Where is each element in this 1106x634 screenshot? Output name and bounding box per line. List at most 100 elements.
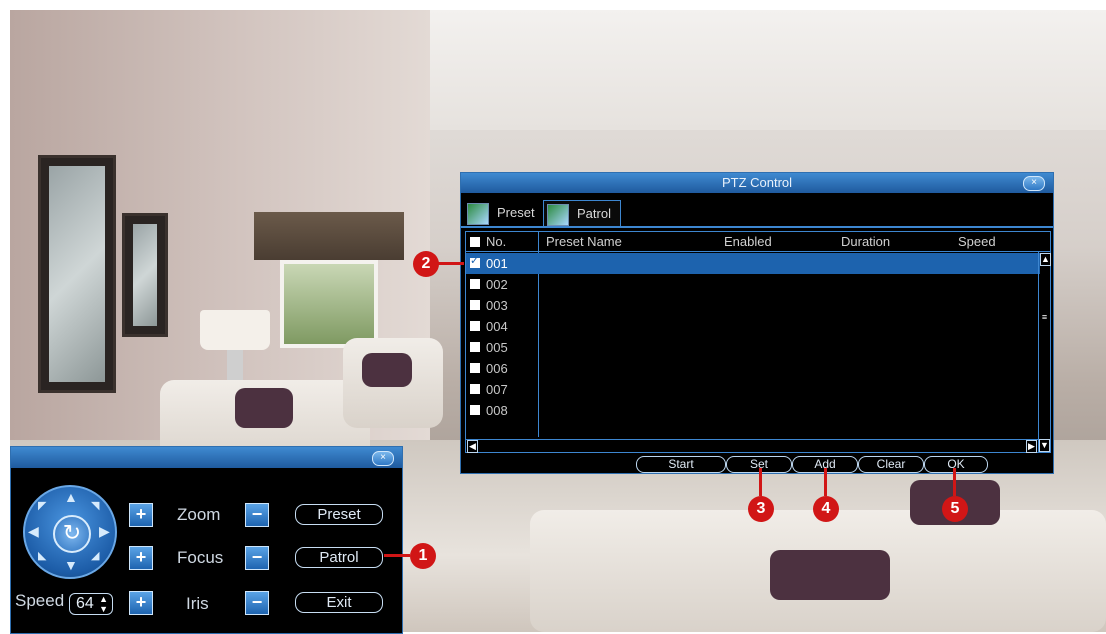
zoom-label: Zoom — [177, 505, 221, 524]
iris-minus-button[interactable]: − — [245, 591, 269, 615]
callout-4: 4 — [813, 496, 839, 522]
patrol-button-bar: Start Set Add Clear OK — [461, 455, 1053, 473]
focus-label: Focus — [177, 548, 224, 567]
arrow-down-icon[interactable]: ▼ — [64, 557, 78, 573]
tab-patrol[interactable]: Patrol — [543, 200, 621, 227]
clear-button[interactable]: Clear — [858, 456, 924, 473]
ok-button[interactable]: OK — [924, 456, 988, 473]
speed-label: Speed — [15, 591, 65, 610]
iris-label: Iris — [186, 594, 209, 613]
exit-button[interactable]: Exit — [295, 592, 383, 613]
row-checkbox[interactable] — [470, 405, 480, 415]
lamp-shade — [200, 310, 270, 350]
auto-rotate-icon[interactable]: ↻ — [53, 515, 91, 553]
tab-patrol-label: Patrol — [577, 206, 611, 221]
scroll-left-icon[interactable]: ◀ — [467, 440, 478, 453]
panel-title-bar — [11, 447, 402, 468]
row-number: 001 — [486, 256, 508, 271]
callout-2: 2 — [413, 251, 439, 277]
arrow-down-right-icon[interactable]: ◢ — [91, 549, 99, 562]
callout-4-line — [824, 468, 827, 496]
arrow-left-icon[interactable]: ◀ — [28, 523, 39, 540]
scroll-right-icon[interactable]: ▶ — [1026, 440, 1037, 453]
ptz-close-button[interactable]: × — [1023, 176, 1045, 191]
table-row[interactable]: 001 — [466, 253, 1040, 274]
table-row[interactable]: 004 — [466, 316, 1040, 337]
row-number: 004 — [486, 319, 508, 334]
row-checkbox[interactable] — [470, 279, 480, 289]
callout-5: 5 — [942, 496, 968, 522]
camera-patrol-icon — [547, 204, 569, 226]
preset-button[interactable]: Preset — [295, 504, 383, 525]
iris-plus-button[interactable]: + — [129, 591, 153, 615]
patrol-button[interactable]: Patrol — [295, 547, 383, 568]
row-checkbox[interactable] — [470, 300, 480, 310]
arrow-right-icon[interactable]: ▶ — [99, 523, 110, 540]
callout-2-line — [436, 262, 464, 265]
sofa-pillow — [235, 388, 293, 428]
close-icon: × — [380, 452, 386, 463]
window-blind — [254, 212, 404, 260]
start-button[interactable]: Start — [636, 456, 726, 473]
scroll-down-icon[interactable]: ▼ — [1039, 439, 1050, 452]
ptz-control-window: PTZ Control × Preset Patrol No. Preset N… — [460, 172, 1054, 474]
ptz-title-bar: PTZ Control — [461, 173, 1053, 193]
table-row[interactable]: 005 — [466, 337, 1040, 358]
col-enabled: Enabled — [724, 234, 772, 249]
row-number: 002 — [486, 277, 508, 292]
col-no: No. — [486, 234, 507, 249]
row-checkbox[interactable] — [470, 254, 480, 268]
focus-plus-button[interactable]: + — [129, 546, 153, 570]
table-row[interactable]: 008 — [466, 400, 1040, 421]
focus-minus-button[interactable]: − — [245, 546, 269, 570]
tab-preset[interactable]: Preset — [464, 200, 542, 226]
panel-close-button[interactable]: × — [372, 451, 394, 466]
speed-value: 64 — [76, 595, 94, 612]
row-checkbox[interactable] — [470, 342, 480, 352]
arrow-up-icon[interactable]: ▲ — [64, 489, 78, 505]
wall-mirror-right — [122, 213, 168, 337]
table-row[interactable]: 003 — [466, 295, 1040, 316]
scroll-up-icon[interactable]: ▲ — [1040, 253, 1051, 266]
ptz-control-panel: × ▲ ▼ ◀ ▶ ◤ ◥ ◣ ◢ ↻ + Zoom − Preset + Fo… — [10, 446, 403, 634]
table-row[interactable]: 002 — [466, 274, 1040, 295]
camera-preset-icon — [467, 203, 489, 225]
table-row[interactable]: 006 — [466, 358, 1040, 379]
callout-3: 3 — [748, 496, 774, 522]
col-duration: Duration — [841, 234, 891, 249]
stepper-arrows-icon[interactable]: ▲ ▼ — [99, 594, 108, 614]
callout-1-line — [384, 554, 410, 557]
wall-mirror-left — [38, 155, 116, 393]
tab-preset-label: Preset — [497, 205, 535, 220]
patrol-table: No. Preset Name Enabled Duration Speed 0… — [465, 231, 1051, 453]
armchair-pillow — [362, 353, 412, 387]
arrow-up-left-icon[interactable]: ◤ — [38, 499, 46, 512]
horizontal-scrollbar[interactable]: ◀ ▶ — [466, 439, 1038, 453]
col-preset-name: Preset Name — [546, 234, 622, 249]
arrow-up-right-icon[interactable]: ◥ — [91, 499, 99, 512]
table-row[interactable]: 007 — [466, 379, 1040, 400]
select-all-checkbox[interactable] — [470, 237, 480, 247]
direction-pad[interactable]: ▲ ▼ ◀ ▶ ◤ ◥ ◣ ◢ ↻ — [23, 485, 117, 579]
close-icon: × — [1031, 177, 1037, 188]
room-window — [280, 260, 378, 348]
callout-5-line — [953, 468, 956, 496]
row-number: 008 — [486, 403, 508, 418]
vertical-scrollbar[interactable]: ▲ ≡ — [1038, 252, 1051, 452]
callout-1: 1 — [410, 543, 436, 569]
arrow-down-left-icon[interactable]: ◣ — [38, 549, 46, 562]
row-checkbox[interactable] — [470, 384, 480, 394]
ptz-window-title: PTZ Control — [721, 175, 793, 190]
callout-3-line — [759, 468, 762, 496]
speed-stepper[interactable]: 64 ▲ ▼ — [69, 593, 113, 615]
row-checkbox[interactable] — [470, 363, 480, 373]
row-checkbox[interactable] — [470, 321, 480, 331]
zoom-out-button[interactable]: − — [245, 503, 269, 527]
table-header: No. Preset Name Enabled Duration Speed — [466, 232, 1050, 252]
zoom-in-button[interactable]: + — [129, 503, 153, 527]
row-number: 006 — [486, 361, 508, 376]
row-number: 003 — [486, 298, 508, 313]
row-number: 007 — [486, 382, 508, 397]
col-speed: Speed — [958, 234, 996, 249]
scroll-thumb-icon[interactable]: ≡ — [1040, 312, 1049, 323]
